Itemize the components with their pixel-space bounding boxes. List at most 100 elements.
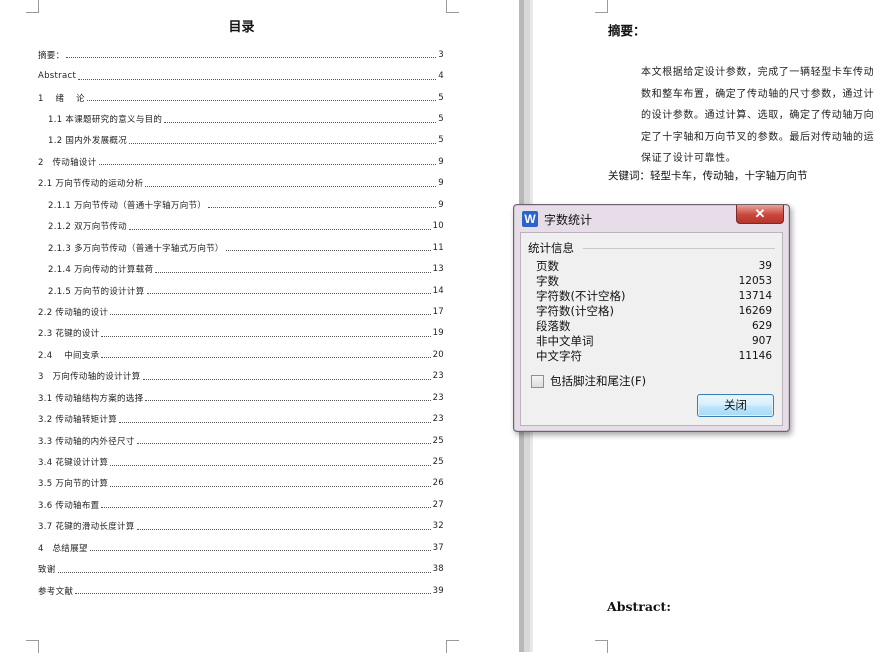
toc-leader-dots <box>145 400 431 402</box>
toc-entry[interactable]: 3.6 传动轴布置 27 <box>38 494 444 515</box>
group-label: 统计信息 <box>528 240 578 256</box>
crop-mark <box>26 0 39 13</box>
stats-list: 页数 39 字数 12053 字符数(不计空格) 13714 字符数(计空格) 16269 段落… <box>536 259 772 364</box>
toc-entry[interactable]: 2.2 传动轴的设计 17 <box>38 301 444 322</box>
abstract-line: 的设计参数。通过计算、选取，确定了传动轴万向 <box>641 110 875 122</box>
toc-entry-label: 2.1.5 万向节的设计计算 <box>38 284 147 297</box>
dialog-content: 统计信息 页数 39 字数 12053 字符数(不计空格) 13714 字符数(计空格) 16… <box>520 232 783 426</box>
toc-entry[interactable]: 2.1.4 万向传动的计算载荷 13 <box>38 258 444 279</box>
stat-row: 段落数 629 <box>536 319 772 334</box>
stat-value: 907 <box>751 335 772 347</box>
toc-leader-dots <box>136 443 431 445</box>
footnotes-option[interactable]: 包括脚注和尾注(F) <box>531 373 646 389</box>
toc-entry-label: 2.1.2 双万向节传动 <box>38 220 129 233</box>
toc-leader-dots <box>145 185 437 187</box>
crop-mark <box>26 640 39 653</box>
toc-entry-label: 1.1 本课题研究的意义与目的 <box>38 113 165 126</box>
crop-mark <box>446 0 459 13</box>
toc-entry-label: 3.3 传动轴的内外径尺寸 <box>38 434 137 447</box>
toc-entry[interactable]: 2.1.2 双万向节传动 10 <box>38 216 444 237</box>
toc-entry-label: 2.1.1 万向节传动（普通十字轴万向节） <box>38 198 209 211</box>
crop-mark <box>446 640 459 653</box>
toc-entry[interactable]: 1.2 国内外发展概况 5 <box>38 130 444 151</box>
toc-leader-dots <box>155 271 431 273</box>
toc-entry-page: 14 <box>430 285 444 296</box>
abstract-line: 定了十字轴和万向节叉的参数。最后对传动轴的运 <box>641 131 875 143</box>
toc-entry[interactable]: Abstract 4 <box>38 65 444 86</box>
toc-entry[interactable]: 2.4 中间支承 20 <box>38 344 444 365</box>
toc-entry[interactable]: 3.5 万向节的计算 26 <box>38 473 444 494</box>
toc-entry[interactable]: 3.2 传动轴转矩计算 23 <box>38 408 444 429</box>
toc-entry-page: 9 <box>436 156 444 167</box>
toc-entry[interactable]: 2 传动轴设计 9 <box>38 151 444 172</box>
toc-entry-page: 3 <box>436 49 444 60</box>
stat-value: 39 <box>758 260 772 272</box>
stat-row: 非中文单词 907 <box>536 334 772 349</box>
stat-row: 字数 12053 <box>536 274 772 289</box>
toc-entry-page: 9 <box>436 199 444 210</box>
toc-entry-page: 37 <box>430 542 444 553</box>
toc-entry-page: 19 <box>430 328 444 339</box>
toc-entry[interactable]: 2.1.1 万向节传动（普通十字轴万向节） 9 <box>38 194 444 215</box>
toc-entry-page: 32 <box>430 521 444 532</box>
toc-entry-label: 3 万向传动轴的设计计算 <box>38 370 143 383</box>
toc-entry-label: 2.1.4 万向传动的计算载荷 <box>38 263 156 276</box>
toc-leader-dots <box>128 228 431 230</box>
stat-value: 629 <box>751 320 772 332</box>
toc-entry[interactable]: 2.3 花键的设计 19 <box>38 323 444 344</box>
toc-entry-page: 27 <box>430 499 444 510</box>
toc-entry-page: 20 <box>430 349 444 360</box>
toc-entry-page: 9 <box>436 178 444 189</box>
toc-entry-page: 5 <box>436 92 444 103</box>
toc-leader-dots <box>146 293 431 295</box>
crop-mark <box>595 640 608 653</box>
toc-entry[interactable]: 参考文献 39 <box>38 580 444 601</box>
toc-entry[interactable]: 2.1.3 多万向节传动（普通十字轴式万向节） 11 <box>38 237 444 258</box>
toc-entry-page: 23 <box>430 371 444 382</box>
toc-entry[interactable]: 2.1 万向节传动的运动分析 9 <box>38 173 444 194</box>
stat-label: 字数 <box>536 274 559 288</box>
toc-entry[interactable]: 1.1 本课题研究的意义与目的 5 <box>38 108 444 129</box>
stat-value: 12053 <box>738 275 772 287</box>
footnotes-checkbox-label[interactable]: 包括脚注和尾注(F) <box>550 373 646 389</box>
toc-entry-label: 3.5 万向节的计算 <box>38 477 111 490</box>
toc-entry-page: 23 <box>430 414 444 425</box>
toc-entry[interactable]: 4 总结展望 37 <box>38 537 444 558</box>
toc-leader-dots <box>86 100 437 102</box>
abstract-line: 本文根据给定设计参数，完成了一辆轻型卡车传动 <box>641 67 875 78</box>
toc-entry-page: 11 <box>430 242 444 253</box>
toc-entry[interactable]: 1 绪 论 5 <box>38 87 444 108</box>
stat-row: 页数 39 <box>536 259 772 274</box>
close-button[interactable]: 关闭 <box>697 394 774 417</box>
toc-leader-dots <box>57 571 431 573</box>
abstract-line: 保证了设计可靠性。 <box>641 153 737 165</box>
toc-entry[interactable]: 2.1.5 万向节的设计计算 14 <box>38 280 444 301</box>
stat-label: 非中文单词 <box>536 334 594 348</box>
abstract-body: 本文根据给定设计参数，完成了一辆轻型卡车传动 数和整车布置，确定了传动轴的尺寸参… <box>641 62 888 170</box>
close-icon[interactable]: ✕ <box>736 205 784 224</box>
toc-entry-label: 2.3 花键的设计 <box>38 327 102 340</box>
toc-entry[interactable]: 3 万向传动轴的设计计算 23 <box>38 366 444 387</box>
toc-entry[interactable]: 致谢 38 <box>38 559 444 580</box>
dialog-titlebar[interactable]: W 字数统计 ✕ <box>514 205 789 232</box>
toc-leader-dots <box>129 142 437 144</box>
footnotes-checkbox[interactable] <box>531 374 544 388</box>
toc-leader-dots <box>142 378 431 380</box>
toc-leader-dots <box>101 357 431 359</box>
toc-leader-dots <box>101 335 431 337</box>
toc-list: 摘要： 3 Abstract 4 1 绪 论 5 1.1 本课题研究的意义与目的 5 1.2 国… <box>38 44 444 601</box>
word-count-dialog: W 字数统计 ✕ 统计信息 页数 39 字数 12053 字符数(不计空格) 13714 字… <box>513 204 790 432</box>
toc-entry[interactable]: 3.1 传动轴结构方案的选择 23 <box>38 387 444 408</box>
toc-entry-page: 17 <box>430 306 444 317</box>
toc-leader-dots <box>89 550 431 552</box>
toc-entry-label: 3.6 传动轴布置 <box>38 498 102 511</box>
toc-entry[interactable]: 3.4 花键设计计算 25 <box>38 451 444 472</box>
toc-entry-label: 4 总结展望 <box>38 541 90 554</box>
toc-entry-page: 25 <box>430 435 444 446</box>
stat-label: 字符数(计空格) <box>536 304 614 318</box>
toc-entry[interactable]: 3.3 传动轴的内外径尺寸 25 <box>38 430 444 451</box>
toc-leader-dots <box>101 507 431 509</box>
toc-entry[interactable]: 3.7 花键的滑动长度计算 32 <box>38 516 444 537</box>
stat-row: 字符数(计空格) 16269 <box>536 304 772 319</box>
toc-entry[interactable]: 摘要： 3 <box>38 44 444 65</box>
